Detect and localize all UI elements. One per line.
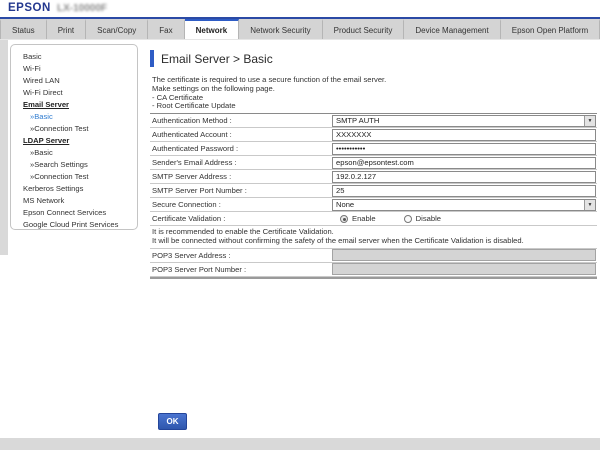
tab-network-security[interactable]: Network Security [239, 19, 322, 39]
sidebar-item-ldap-basic[interactable]: »Basic [11, 147, 137, 159]
sidebar-item-ldap-connection-test[interactable]: »Connection Test [11, 171, 137, 183]
tab-network[interactable]: Network [185, 19, 240, 39]
tab-device-management[interactable]: Device Management [404, 19, 500, 39]
tab-fax[interactable]: Fax [148, 19, 184, 39]
row-authentication-method: Authentication Method : SMTP AUTH ▼ [150, 114, 597, 128]
sidebar-item-epson-connect-services[interactable]: Epson Connect Services [11, 207, 137, 219]
sidebar-item-wired-lan[interactable]: Wired LAN [11, 75, 137, 87]
enable-radio[interactable] [340, 215, 348, 223]
smtp-server-port-label: SMTP Server Port Number : [150, 186, 331, 195]
page-title-row: Email Server > Basic [150, 50, 273, 67]
chevron-down-icon[interactable]: ▼ [584, 200, 595, 210]
tab-status[interactable]: Status [0, 19, 47, 39]
tab-epson-open-platform[interactable]: Epson Open Platform [501, 19, 600, 39]
secure-connection-select[interactable]: None ▼ [332, 199, 596, 211]
tab-product-security[interactable]: Product Security [323, 19, 405, 39]
authenticated-account-input[interactable] [332, 129, 596, 141]
secure-connection-value: None [333, 200, 584, 210]
pop3-server-address-label: POP3 Server Address : [150, 251, 331, 260]
disable-radio[interactable] [404, 215, 412, 223]
row-smtp-server-port: SMTP Server Port Number : [150, 184, 597, 198]
sidebar-nav: Basic Wi-Fi Wired LAN Wi-Fi Direct Email… [10, 44, 138, 230]
chevron-down-icon[interactable]: ▼ [584, 116, 595, 126]
ok-button[interactable]: OK [158, 413, 187, 430]
sidebar-item-email-server-connection-test[interactable]: »Connection Test [11, 123, 137, 135]
sender-email-label: Sender's Email Address : [150, 158, 331, 167]
certificate-validation-label: Certificate Validation : [150, 214, 331, 223]
tab-print[interactable]: Print [47, 19, 86, 39]
sidebar-item-wifi[interactable]: Wi-Fi [11, 63, 137, 75]
secure-connection-label: Secure Connection : [150, 200, 331, 209]
row-pop3-server-port: POP3 Server Port Number : [150, 263, 597, 277]
row-secure-connection: Secure Connection : None ▼ [150, 198, 597, 212]
sidebar-item-wifi-direct[interactable]: Wi-Fi Direct [11, 87, 137, 99]
description-line: - Root Certificate Update [152, 102, 386, 111]
epson-logo: EPSON [8, 2, 51, 14]
certificate-validation-radio-group: Enable Disable [332, 214, 465, 223]
sidebar-item-kerberos-settings[interactable]: Kerberos Settings [11, 183, 137, 195]
certificate-validation-note: It is recommended to enable the Certific… [150, 226, 597, 249]
authenticated-password-input[interactable] [332, 143, 596, 155]
note-line: It will be connected without confirming … [152, 237, 597, 246]
page-description: The certificate is required to use a sec… [152, 76, 386, 111]
smtp-server-address-label: SMTP Server Address : [150, 172, 331, 181]
footer-bar [0, 438, 600, 450]
pop3-server-port-label: POP3 Server Port Number : [150, 265, 331, 274]
sidebar-item-ldap-search-settings[interactable]: »Search Settings [11, 159, 137, 171]
header: EPSON LX-10000F [0, 0, 600, 17]
pop3-server-port-input [332, 263, 596, 275]
authenticated-password-label: Authenticated Password : [150, 144, 331, 153]
tab-scan-copy[interactable]: Scan/Copy [86, 19, 148, 39]
sidebar-section-email-server[interactable]: Email Server [11, 99, 137, 111]
row-certificate-validation: Certificate Validation : Enable Disable [150, 212, 597, 226]
smtp-server-port-input[interactable] [332, 185, 596, 197]
row-pop3-server-address: POP3 Server Address : [150, 249, 597, 263]
authentication-method-label: Authentication Method : [150, 116, 331, 125]
disable-radio-label: Disable [416, 214, 441, 223]
top-tab-bar: Status Print Scan/Copy Fax Network Netwo… [0, 19, 600, 40]
smtp-server-address-input[interactable] [332, 171, 596, 183]
sender-email-input[interactable] [332, 157, 596, 169]
form-bottom-border [150, 277, 597, 279]
sidebar-section-ldap-server[interactable]: LDAP Server [11, 135, 137, 147]
row-sender-email: Sender's Email Address : [150, 156, 597, 170]
authentication-method-value: SMTP AUTH [333, 116, 584, 126]
row-smtp-server-address: SMTP Server Address : [150, 170, 597, 184]
authenticated-account-label: Authenticated Account : [150, 130, 331, 139]
page-title: Email Server > Basic [161, 52, 273, 66]
epson-web-config-page: EPSON LX-10000F Status Print Scan/Copy F… [0, 0, 600, 450]
email-server-form: Authentication Method : SMTP AUTH ▼ Auth… [150, 113, 597, 279]
left-gutter [0, 40, 8, 255]
title-accent-bar [150, 50, 154, 67]
sidebar-item-basic[interactable]: Basic [11, 51, 137, 63]
authentication-method-select[interactable]: SMTP AUTH ▼ [332, 115, 596, 127]
row-authenticated-account: Authenticated Account : [150, 128, 597, 142]
printer-model-name: LX-10000F [57, 3, 107, 14]
row-authenticated-password: Authenticated Password : [150, 142, 597, 156]
sidebar-item-ms-network[interactable]: MS Network [11, 195, 137, 207]
enable-radio-label: Enable [352, 214, 376, 223]
sidebar-item-google-cloud-print-services[interactable]: Google Cloud Print Services [11, 219, 137, 231]
pop3-server-address-input [332, 249, 596, 261]
sidebar-item-email-server-basic[interactable]: »Basic [11, 111, 137, 123]
